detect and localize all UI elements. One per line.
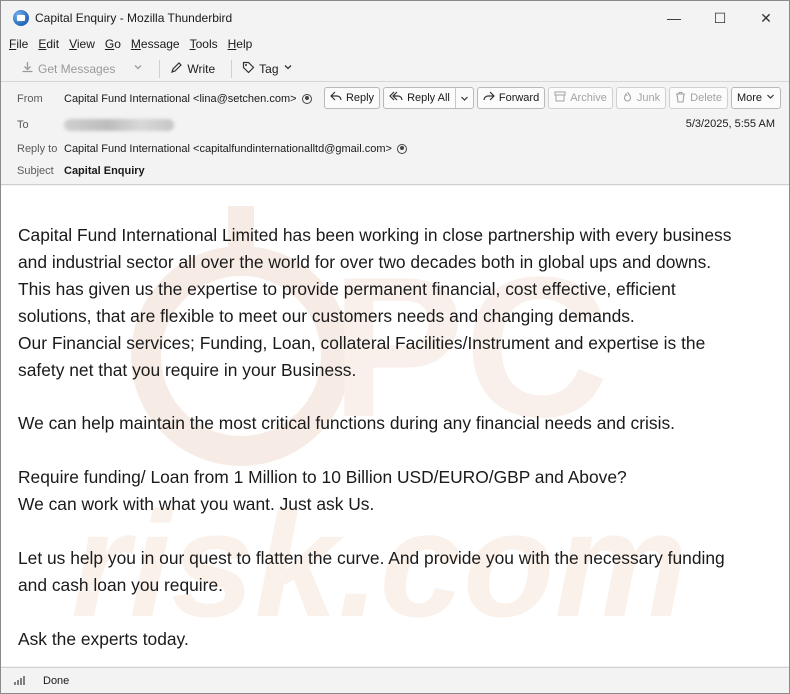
contact-icon[interactable] (301, 94, 312, 104)
toolbar-separator (159, 59, 161, 78)
title-bar: Capital Enquiry - Mozilla Thunderbird — … (1, 1, 789, 35)
message-line: We can work with what you want. Just ask… (18, 494, 375, 515)
chevron-down-icon (133, 62, 143, 75)
toolbar-separator (231, 59, 233, 78)
write-button[interactable]: Write (166, 58, 219, 80)
archive-button[interactable]: Archive (548, 87, 613, 109)
window-title: Capital Enquiry - Mozilla Thunderbird (35, 11, 233, 25)
get-messages-dropdown[interactable] (125, 58, 147, 80)
reply-all-icon (389, 91, 403, 105)
pencil-icon (170, 61, 183, 77)
reply-all-button[interactable]: Reply All (383, 87, 474, 109)
thunderbird-logo-icon (13, 10, 29, 26)
thunderbird-window: Capital Enquiry - Mozilla Thunderbird — … (0, 0, 790, 694)
subject-label: Subject (17, 165, 54, 177)
flame-icon (622, 91, 633, 106)
tag-button[interactable]: Tag (238, 58, 296, 80)
status-text: Done (43, 674, 70, 687)
redacted-recipient (64, 119, 174, 131)
get-messages-button[interactable]: Get Messages (17, 58, 119, 80)
forward-button[interactable]: Forward (476, 87, 546, 109)
chevron-down-icon[interactable] (454, 88, 473, 108)
menu-go[interactable]: Go (105, 37, 121, 51)
maximize-button[interactable]: ☐ (697, 1, 743, 35)
message-line: We can help maintain the most critical f… (18, 413, 675, 434)
to-value[interactable] (64, 119, 174, 131)
message-line: and industrial sector all over the world… (18, 251, 712, 272)
download-icon (21, 61, 34, 77)
subject-value: Capital Enquiry (64, 165, 145, 177)
to-label: To (17, 119, 29, 131)
message-body: PC risk.com Capital Fund International L… (1, 186, 789, 666)
menu-tools[interactable]: Tools (190, 37, 218, 51)
connection-status-icon (13, 675, 25, 687)
menu-message[interactable]: Message (131, 37, 180, 51)
chevron-down-icon (283, 62, 293, 75)
message-line: Capital Fund International Limited has b… (18, 225, 732, 245)
menu-edit[interactable]: Edit (38, 37, 59, 51)
message-line: safety net that you require in your Busi… (18, 359, 357, 380)
forward-icon (483, 91, 495, 105)
message-text: Capital Fund International Limited has b… (18, 222, 778, 652)
close-button[interactable]: ✕ (743, 1, 789, 35)
message-header: From Capital Fund International <lina@se… (1, 83, 789, 185)
minimize-button[interactable]: — (651, 1, 697, 35)
main-toolbar: Get Messages Write Tag (1, 56, 789, 82)
menu-view[interactable]: View (69, 37, 95, 51)
message-line: Let us help you in our quest to flatten … (18, 547, 725, 568)
message-line: solutions, that are flexible to meet our… (18, 305, 635, 326)
message-date: 5/3/2025, 5:55 AM (685, 118, 775, 130)
contact-icon[interactable] (396, 144, 407, 154)
from-label: From (17, 93, 43, 105)
chevron-down-icon (766, 92, 775, 104)
delete-button[interactable]: Delete (669, 87, 728, 109)
more-button[interactable]: More (730, 87, 781, 109)
message-line: Ask the experts today. (18, 628, 189, 649)
tag-icon (242, 61, 255, 77)
trash-icon (675, 91, 686, 106)
junk-button[interactable]: Junk (615, 87, 667, 109)
menu-file[interactable]: File (9, 37, 28, 51)
from-value[interactable]: Capital Fund International <lina@setchen… (64, 93, 312, 105)
message-line: Our Financial services; Funding, Loan, c… (18, 332, 706, 353)
status-bar: Done (1, 667, 789, 693)
reply-button[interactable]: Reply (323, 87, 381, 109)
reply-icon (330, 91, 342, 105)
menu-help[interactable]: Help (228, 37, 253, 51)
message-line: Require funding/ Loan from 1 Million to … (18, 467, 627, 488)
reply-to-value[interactable]: Capital Fund International <capitalfundi… (64, 143, 407, 155)
message-line: and cash loan you require. (18, 574, 223, 595)
message-actions: Reply Reply All Forward Archive Junk Del… (321, 87, 781, 109)
message-line: This has given us the expertise to provi… (18, 278, 676, 299)
archive-icon (554, 91, 566, 105)
reply-to-label: Reply to (17, 143, 58, 155)
window-controls: — ☐ ✕ (651, 1, 789, 35)
menu-bar: File Edit View Go Message Tools Help (1, 35, 789, 53)
